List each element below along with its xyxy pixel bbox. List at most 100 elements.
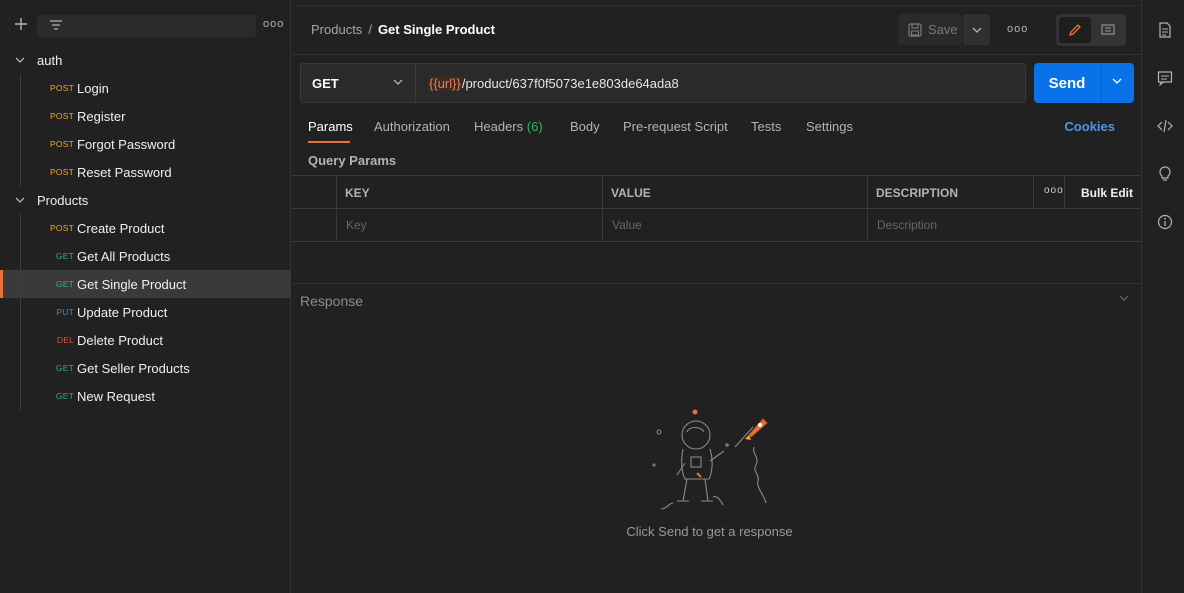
request-item[interactable]: DEL Delete Product [0,326,291,354]
tab-authorization[interactable]: Authorization [374,119,450,134]
query-params-table: KEY VALUE DESCRIPTION ooo Bulk Edit Key … [292,175,1141,242]
tab-headers[interactable]: Headers (6) [474,119,543,134]
save-label: Save [928,22,958,37]
request-item[interactable]: POST Reset Password [0,158,291,186]
request-item[interactable]: GET Get All Products [0,242,291,270]
table-header-row [292,176,1141,209]
chevron-down-icon [393,79,403,85]
request-label: Login [77,80,109,96]
method-badge: PUT [56,307,74,317]
chevron-down-icon[interactable] [1119,295,1129,301]
request-item[interactable]: GET New Request [0,382,291,410]
edit-mode-button[interactable] [1059,17,1091,43]
request-more-button[interactable]: ooo [1007,23,1028,35]
key-input[interactable]: Key [346,218,367,232]
send-button[interactable]: Send [1034,63,1134,103]
save-options-button[interactable] [963,14,990,45]
request-label: Delete Product [77,332,163,348]
sidebar-search-input[interactable] [37,15,256,37]
url-path: /product/637f0f5073e1e803de64ada8 [461,75,679,91]
send-divider [1101,63,1102,103]
method-badge: POST [50,111,74,121]
folder-label: Products [37,192,89,208]
info-icon[interactable] [1157,214,1173,230]
request-item[interactable]: POST Create Product [0,214,291,242]
cookies-link[interactable]: Cookies [1064,119,1115,134]
pencil-icon [1068,24,1081,37]
chevron-down-icon[interactable] [15,195,25,205]
request-item[interactable]: GET Get Seller Products [0,354,291,382]
tab-body[interactable]: Body [570,119,600,134]
method-select[interactable]: GET [300,63,416,103]
query-params-title: Query Params [308,153,397,168]
breadcrumb-current[interactable]: Get Single Product [378,22,495,37]
active-tab-indicator [308,141,350,143]
url-input[interactable]: {{url}}/product/637f0f5073e1e803de64ada8 [415,63,1026,103]
column-divider [602,176,603,242]
url-variable: {{url}} [428,75,462,91]
sidebar: ooo auth POST Login POST Register POST Forgot … [0,0,291,593]
column-divider [867,176,868,242]
request-item[interactable]: POST Login [0,74,291,102]
comment-icon [1101,24,1115,35]
method-badge: GET [55,251,74,261]
request-editor: Products / Get Single Product Save ooo G… [292,0,1141,593]
bulk-edit-button[interactable]: Bulk Edit [1081,186,1133,200]
method-value: GET [312,75,339,91]
request-header: Products / Get Single Product Save ooo [292,0,1141,55]
tab-headers-label: Headers [474,119,524,134]
request-item[interactable]: POST Forgot Password [0,130,291,158]
save-button[interactable]: Save [898,14,962,45]
tab-settings[interactable]: Settings [806,119,853,134]
docs-mode-button[interactable] [1093,17,1123,43]
request-label: Get Seller Products [77,360,190,376]
send-label: Send [1048,75,1086,92]
request-label: Register [77,108,126,124]
astronaut-illustration [652,409,768,510]
description-input[interactable]: Description [877,218,937,232]
method-badge: GET [55,363,74,373]
table-more-button[interactable]: ooo [1044,185,1064,196]
method-badge: POST [50,167,74,177]
method-badge: GET [55,279,74,289]
collection-tree: auth POST Login POST Register POST Forgot Pass… [0,46,291,410]
request-label: Forgot Password [77,136,176,152]
breadcrumb-parent[interactable]: Products [311,22,362,37]
tab-tests[interactable]: Tests [751,119,781,134]
lightbulb-icon[interactable] [1157,166,1173,182]
view-mode-toggle [1056,14,1126,46]
column-header-description: DESCRIPTION [876,186,959,200]
comments-icon[interactable] [1157,70,1173,86]
request-label: Create Product [77,220,165,236]
documentation-icon[interactable] [1157,22,1173,38]
response-hint: Click Send to get a response [292,524,1141,539]
response-title: Response [300,293,364,309]
tab-prerequest[interactable]: Pre-request Script [623,119,728,134]
request-label: Reset Password [77,164,172,180]
plus-icon [15,18,27,30]
tab-params[interactable]: Params [308,119,353,134]
value-input[interactable]: Value [612,218,642,232]
method-badge: DEL [56,335,74,345]
request-item[interactable]: POST Register [0,102,291,130]
response-divider[interactable] [292,283,1141,284]
collection-folder[interactable]: auth [0,46,291,74]
request-label: Get All Products [77,248,171,264]
filter-icon[interactable] [50,19,62,31]
request-item[interactable]: PUT Update Product [0,298,291,326]
tab-params-label: Params [308,119,353,134]
collection-folder[interactable]: Products [0,186,291,214]
chevron-down-icon[interactable] [15,55,25,65]
column-divider [336,176,337,242]
code-icon[interactable] [1157,118,1173,134]
chevron-down-icon[interactable] [1112,78,1122,84]
new-item-button[interactable] [12,16,30,34]
sidebar-more-button[interactable]: ooo [263,18,283,32]
column-header-value: VALUE [611,186,651,200]
tree-guide-line [20,74,21,186]
method-badge: POST [50,223,74,233]
request-label: Update Product [77,304,168,320]
column-header-key: KEY [345,186,370,200]
method-badge: GET [55,391,74,401]
request-item[interactable]: GET Get Single Product [0,270,291,298]
